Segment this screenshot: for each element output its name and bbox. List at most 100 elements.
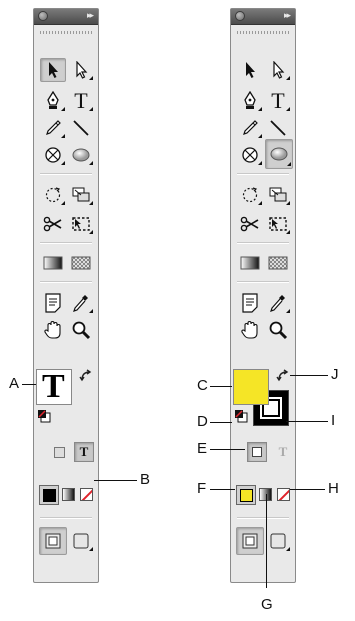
pencil-tool-button[interactable]	[40, 116, 66, 140]
callout-e-line	[210, 449, 245, 450]
normal-view-button[interactable]	[39, 527, 67, 555]
screen-mode-button[interactable]	[265, 529, 291, 553]
direct-selection-tool-button[interactable]	[68, 58, 94, 82]
gradient-swatch-tool-button[interactable]	[68, 251, 94, 275]
formatting-text-icon: T	[278, 444, 288, 459]
apply-none-icon	[278, 489, 289, 500]
callout-f: F	[197, 480, 207, 497]
selection-tool-button[interactable]	[237, 58, 263, 82]
tools-panel-right: ▸▸ T T	[230, 8, 296, 583]
line-tool-button[interactable]	[68, 116, 94, 140]
collapse-arrows-icon[interactable]: ▸▸	[87, 10, 94, 21]
callout-h: H	[328, 480, 339, 497]
gradient-swatch-tool-button[interactable]	[265, 251, 291, 275]
note-tool-button[interactable]	[40, 291, 66, 315]
eyedropper-tool-icon	[270, 295, 285, 312]
swap-fill-stroke-button[interactable]	[79, 369, 93, 387]
scissors-tool-button[interactable]	[40, 212, 66, 236]
rotate-tool-button[interactable]	[237, 183, 263, 207]
gradient-feather-icon	[72, 217, 90, 231]
panel-grip[interactable]	[40, 31, 92, 34]
callout-c-line	[210, 386, 232, 387]
close-icon[interactable]	[235, 11, 245, 21]
type-tool-button[interactable]: T	[68, 88, 94, 113]
direct-selection-tool-button[interactable]	[265, 58, 291, 82]
callout-g-line	[266, 494, 267, 588]
formatting-container-button[interactable]	[54, 447, 65, 458]
rotate-tool-icon	[242, 187, 258, 203]
note-tool-icon	[45, 293, 61, 313]
ellipse-tool-button[interactable]	[265, 139, 293, 169]
pen-tool-button[interactable]	[40, 89, 66, 113]
apply-color-icon	[239, 488, 253, 502]
gradient-tool-icon	[43, 256, 63, 270]
formatting-container-icon	[252, 447, 262, 457]
apply-none-button[interactable]	[80, 488, 93, 501]
free-transform-tool-icon	[72, 187, 90, 202]
hand-tool-button[interactable]	[40, 318, 66, 342]
apply-color-button[interactable]	[39, 485, 59, 505]
rectangle-frame-tool-button[interactable]	[237, 143, 263, 167]
close-icon[interactable]	[38, 11, 48, 21]
apply-color-button[interactable]	[236, 485, 256, 505]
normal-view-icon	[242, 533, 258, 549]
free-transform-tool-icon	[269, 187, 287, 202]
fill-proxy[interactable]: T	[36, 368, 72, 405]
callout-i: I	[331, 412, 336, 429]
formatting-container-button[interactable]	[247, 442, 267, 462]
type-tool-button[interactable]: T	[265, 88, 291, 113]
gradient-tool-button[interactable]	[237, 251, 263, 275]
screen-mode-button[interactable]	[68, 529, 94, 553]
gradient-tool-button[interactable]	[40, 251, 66, 275]
zoom-tool-button[interactable]	[68, 318, 94, 342]
rotate-tool-button[interactable]	[40, 183, 66, 207]
free-transform-tool-button[interactable]	[265, 183, 291, 207]
screen-mode-icon	[270, 533, 286, 549]
swap-fill-stroke-button[interactable]	[276, 369, 290, 387]
pencil-tool-button[interactable]	[237, 116, 263, 140]
direct-selection-tool-icon	[76, 61, 88, 79]
gradient-tool-icon	[240, 256, 260, 270]
screen-mode-icon	[73, 533, 89, 549]
collapse-arrows-icon[interactable]: ▸▸	[284, 10, 291, 21]
panel-titlebar[interactable]: ▸▸	[231, 9, 295, 25]
default-fill-stroke-button[interactable]	[37, 409, 51, 428]
type-tool-icon: T	[74, 88, 88, 113]
pen-tool-button[interactable]	[237, 89, 263, 113]
ellipse-tool-icon	[270, 147, 288, 161]
gradient-feather-tool-button[interactable]	[68, 212, 94, 236]
apply-none-button[interactable]	[277, 488, 290, 501]
default-fill-stroke-button[interactable]	[234, 409, 248, 428]
normal-view-icon	[45, 533, 61, 549]
gradient-feather-tool-button[interactable]	[265, 212, 291, 236]
callout-i-line	[286, 421, 328, 422]
formatting-text-fill-icon: T	[42, 368, 65, 405]
panel-grip[interactable]	[237, 31, 289, 34]
panel-titlebar[interactable]: ▸▸	[34, 9, 98, 25]
pencil-tool-icon	[46, 120, 61, 135]
hand-tool-button[interactable]	[237, 318, 263, 342]
rectangle-frame-tool-button[interactable]	[40, 143, 66, 167]
fill-proxy[interactable]	[233, 369, 269, 405]
callout-d: D	[197, 413, 208, 430]
formatting-text-button[interactable]: T	[74, 442, 94, 462]
formatting-text-button[interactable]: T	[273, 442, 293, 462]
eyedropper-tool-button[interactable]	[68, 291, 94, 315]
callout-b-line	[94, 480, 137, 481]
note-tool-button[interactable]	[237, 291, 263, 315]
callout-f-line	[210, 489, 235, 490]
zoom-tool-button[interactable]	[265, 318, 291, 342]
ellipse-tool-button[interactable]	[68, 143, 94, 167]
line-tool-button[interactable]	[265, 116, 291, 140]
callout-h-line	[290, 489, 325, 490]
free-transform-tool-button[interactable]	[68, 183, 94, 207]
zoom-tool-icon	[269, 321, 288, 340]
apply-gradient-button[interactable]	[62, 488, 75, 501]
line-tool-icon	[270, 120, 286, 136]
normal-view-button[interactable]	[236, 527, 264, 555]
scissors-tool-button[interactable]	[237, 212, 263, 236]
formatting-text-icon: T	[79, 444, 89, 459]
selection-tool-button[interactable]	[40, 58, 66, 82]
selection-tool-icon	[49, 62, 58, 78]
eyedropper-tool-button[interactable]	[265, 291, 291, 315]
